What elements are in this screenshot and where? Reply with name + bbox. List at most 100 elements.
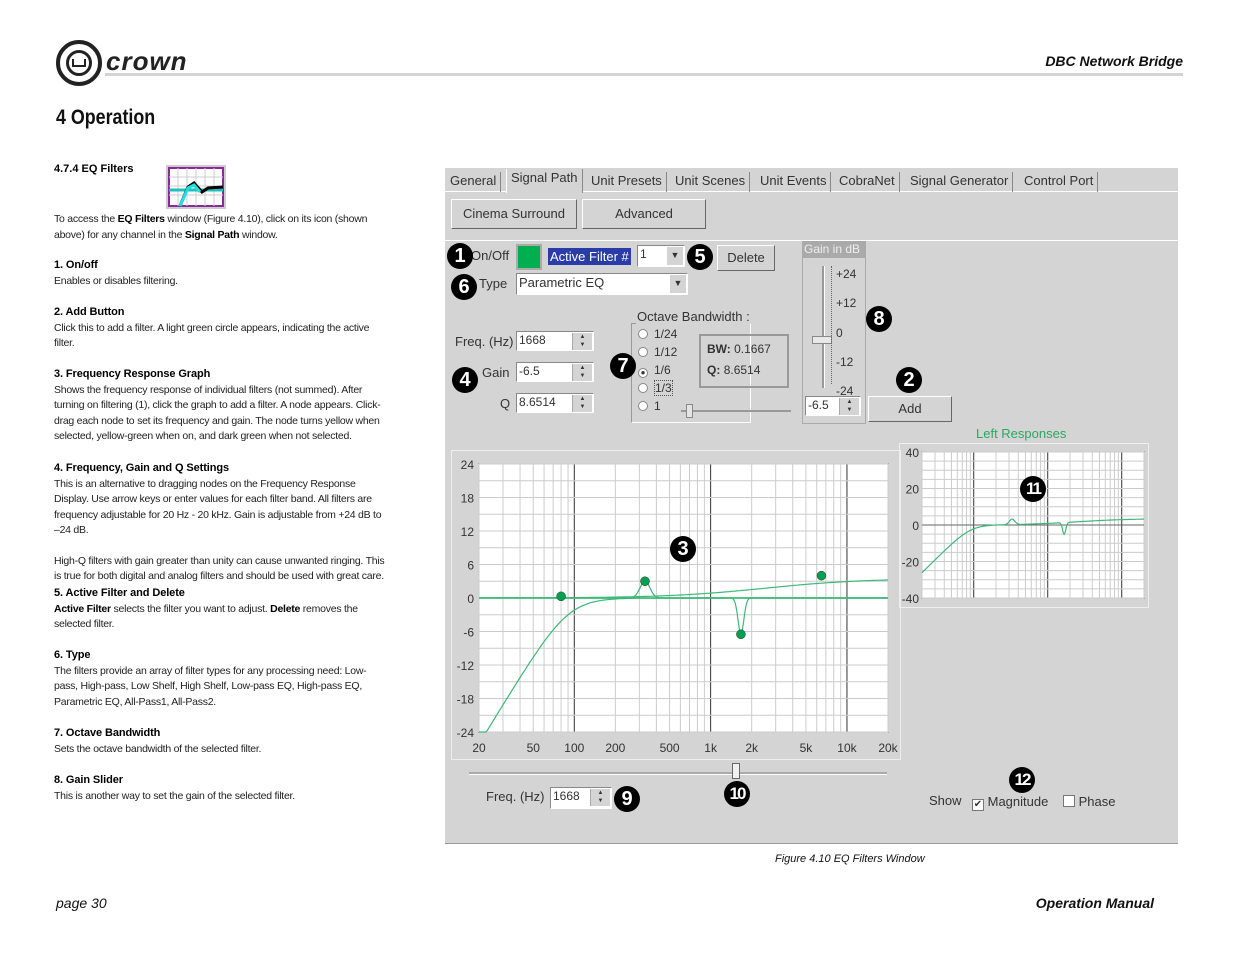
- gain-spinner[interactable]: ▲ ▼: [572, 364, 592, 381]
- q-label: Q: [500, 396, 511, 411]
- y-tick-label: 18: [461, 492, 475, 506]
- x-tick-label: 5k: [800, 741, 814, 755]
- x-tick-label: 1k: [704, 741, 718, 755]
- mini-graph-title: Left Responses: [976, 426, 1067, 441]
- filter-node: [816, 570, 827, 581]
- callout-12: 12: [1009, 767, 1035, 793]
- manual-name: Operation Manual: [1035, 895, 1154, 911]
- x-tick-label: 200: [605, 741, 625, 755]
- active-filter-label: Active Filter #: [548, 248, 631, 265]
- item-onoff: 1. On/off Enables or disables filtering.: [54, 259, 178, 287]
- freq-spinner[interactable]: ▲ ▼: [572, 333, 592, 350]
- bw-readout: BW: 0.1667 Q: 8.6514: [699, 334, 789, 388]
- octave-radio-1-6[interactable]: ● 1/6: [638, 363, 671, 378]
- type-select[interactable]: Parametric EQ ▼: [516, 273, 688, 295]
- frequency-slider[interactable]: [469, 763, 887, 779]
- callout-4: 4: [452, 367, 478, 393]
- window-rule: [445, 843, 1178, 844]
- phase-checkbox[interactable]: Phase: [1063, 794, 1116, 809]
- callout-10: 10: [724, 781, 750, 807]
- gain-slider-thumb[interactable]: [812, 336, 832, 344]
- onoff-label: On/Off: [471, 248, 510, 263]
- y-tick-label: -18: [457, 693, 475, 707]
- advanced-button[interactable]: Advanced: [582, 199, 706, 229]
- y-tick-label: 6: [467, 559, 474, 573]
- y-tick-label: 24: [461, 458, 475, 472]
- filter-node: [640, 576, 650, 586]
- product-name: DBC Network Bridge: [1045, 53, 1183, 69]
- freq-input[interactable]: 1668 ▲ ▼: [516, 331, 594, 351]
- octave-radio-1-3[interactable]: 1/3: [638, 380, 673, 396]
- tab-bar: General Signal Path Unit Presets Unit Sc…: [445, 168, 1178, 193]
- add-button[interactable]: Add: [868, 396, 952, 422]
- item-gain-slider: 8. Gain Slider This is another way to set…: [54, 774, 295, 802]
- tab-signal-path[interactable]: Signal Path: [506, 169, 583, 193]
- item-active-filter: 5. Active Filter and Delete Active Filter…: [54, 587, 358, 630]
- chapter-title: 4 Operation: [56, 106, 156, 129]
- gain-slider-ticks: [831, 266, 834, 384]
- callout-6: 6: [451, 274, 477, 300]
- tab-cobranet[interactable]: CobraNet: [835, 172, 900, 192]
- tab-signal-generator[interactable]: Signal Generator: [906, 172, 1014, 192]
- x-tick-label: 100: [564, 741, 584, 755]
- y-tick-label: -24: [457, 726, 475, 740]
- cinema-surround-button[interactable]: Cinema Surround: [451, 199, 577, 229]
- bottom-freq-input[interactable]: 1668 ▲ ▼: [550, 787, 612, 809]
- gain-slider-input[interactable]: -6.5 ▲ ▼: [805, 396, 861, 416]
- bottom-freq-label: Freq. (Hz): [486, 789, 545, 804]
- eq-filters-window: General Signal Path Unit Presets Unit Sc…: [445, 168, 1178, 843]
- x-tick-label: 50: [527, 741, 541, 755]
- item-freq-gain-q: 4. Frequency, Gain and Q Settings This is…: [54, 462, 385, 582]
- bottom-freq-spinner[interactable]: ▲ ▼: [590, 789, 610, 806]
- octave-radio-1[interactable]: 1: [638, 399, 661, 413]
- x-tick-label: 500: [660, 741, 680, 755]
- x-tick-label: 20k: [878, 741, 898, 755]
- callout-9: 9: [614, 786, 640, 812]
- show-label: Show: [929, 793, 962, 808]
- check-icon[interactable]: ✔: [972, 799, 984, 811]
- filter-node: [736, 629, 746, 640]
- tab-control-port[interactable]: Control Port: [1020, 172, 1099, 192]
- frequency-slider-thumb[interactable]: [732, 763, 740, 779]
- octave-radio-1-24[interactable]: 1/24: [638, 327, 677, 341]
- x-tick-label: 2k: [745, 741, 759, 755]
- figure-caption: Figure 4.10 EQ Filters Window: [775, 853, 925, 865]
- q-input[interactable]: 8.6514 ▲ ▼: [516, 393, 594, 413]
- q-spinner[interactable]: ▲ ▼: [572, 395, 592, 412]
- y-tick-label: 0: [912, 519, 919, 533]
- freq-label: Freq. (Hz): [455, 334, 514, 349]
- gain-tick-labels: +24 +12 0 -12 -24: [836, 267, 857, 399]
- item-type: 6. Type The filters provide an array of f…: [54, 649, 367, 708]
- active-filter-select[interactable]: 1 ▼: [637, 245, 685, 267]
- callout-1: 1: [447, 243, 473, 269]
- delete-button[interactable]: Delete: [717, 245, 775, 271]
- tab-general[interactable]: General: [446, 172, 502, 192]
- tab-unit-presets[interactable]: Unit Presets: [587, 172, 667, 192]
- callout-8: 8: [866, 306, 892, 332]
- callout-11: 11: [1020, 476, 1046, 502]
- tab-unit-scenes[interactable]: Unit Scenes: [671, 172, 751, 192]
- gain-slider-title: Gain in dB: [803, 242, 865, 258]
- y-tick-label: -20: [902, 556, 920, 570]
- intro-text: To access the EQ Filters window (Figure …: [54, 213, 368, 241]
- octave-radio-1-12[interactable]: 1/12: [638, 345, 677, 359]
- eq-filters-icon: [166, 165, 226, 209]
- page-number: page 30: [56, 895, 107, 911]
- octave-slider[interactable]: [681, 404, 791, 418]
- onoff-toggle[interactable]: [516, 244, 542, 270]
- frequency-response-graph[interactable]: 24 18 12 6 0 -6 -12 -18 -24 20 50 100 200 500 1k 2k 5k 10…: [451, 450, 901, 760]
- checkbox-box[interactable]: [1063, 795, 1075, 807]
- y-tick-label: -40: [902, 592, 920, 606]
- octave-slider-thumb[interactable]: [686, 404, 693, 418]
- gain-slider-track[interactable]: [812, 266, 832, 388]
- tab-unit-events[interactable]: Unit Events: [756, 172, 832, 192]
- gain-slider-spinner[interactable]: ▲ ▼: [839, 398, 859, 415]
- item-add-button: 2. Add Button Click this to add a filter.…: [54, 306, 370, 349]
- gain-input[interactable]: -6.5 ▲ ▼: [516, 362, 594, 382]
- callout-2: 2: [896, 367, 922, 393]
- y-tick-label: 40: [906, 446, 920, 460]
- callout-5: 5: [687, 244, 713, 270]
- gain-label: Gain: [482, 365, 510, 380]
- magnitude-checkbox[interactable]: ✔ Magnitude: [972, 794, 1048, 811]
- y-tick-label: 12: [461, 525, 475, 539]
